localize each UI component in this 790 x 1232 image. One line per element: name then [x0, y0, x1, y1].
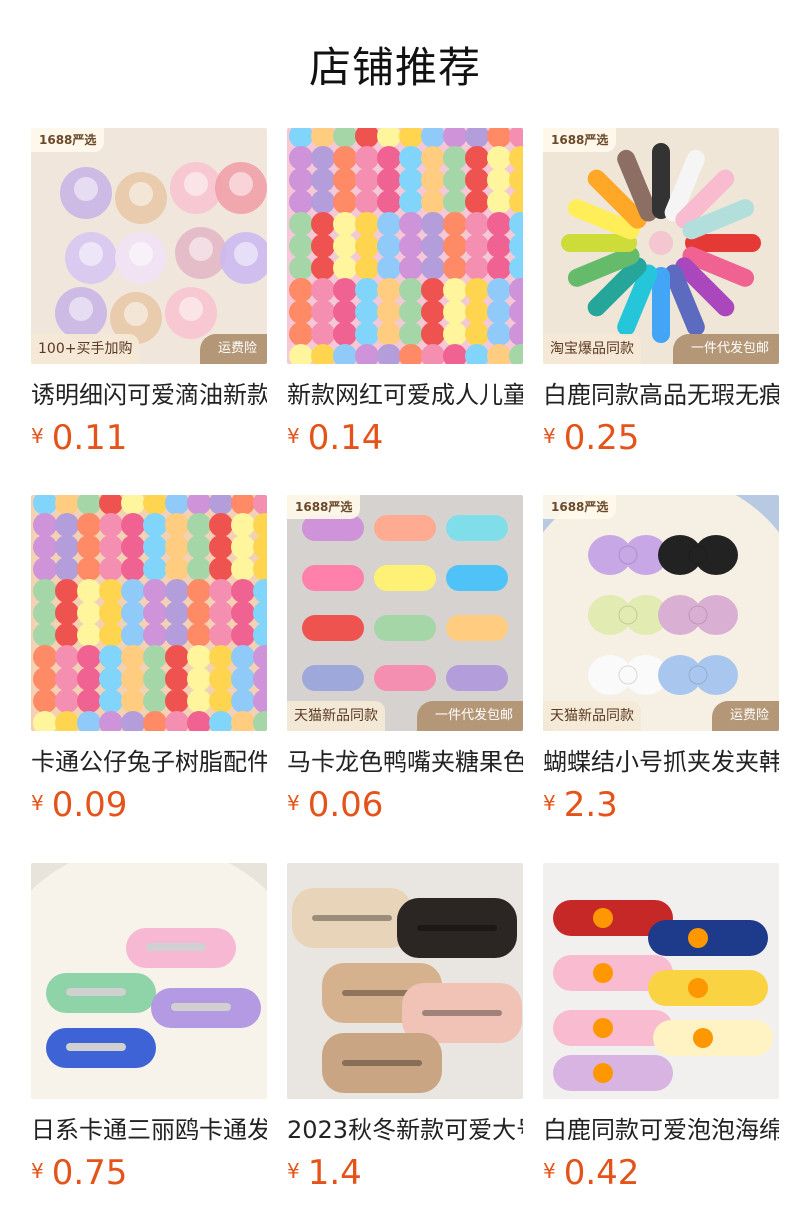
price-value: 0.11 — [51, 418, 128, 458]
product-card[interactable]: 卡通公仔兔子树脂配件 ¥0.09 — [31, 495, 267, 825]
product-card[interactable]: 2023秋冬新款可爱大号 ¥1.4 — [287, 863, 523, 1193]
currency-symbol: ¥ — [543, 1159, 556, 1183]
service-badge: 一件代发包邮 — [672, 334, 779, 364]
promo-badge: 淘宝爆品同款 — [543, 334, 641, 364]
promo-badge: 天猫新品同款 — [287, 701, 385, 731]
product-card[interactable]: 白鹿同款可爱泡泡海绵 ¥0.42 — [543, 863, 779, 1193]
price-value: 0.09 — [51, 785, 128, 825]
service-badge: 一件代发包邮 — [416, 701, 523, 731]
price-value: 0.14 — [307, 418, 384, 458]
product-image[interactable]: 1688严选天猫新品同款 运费险 — [543, 495, 779, 731]
product-image[interactable] — [31, 495, 267, 731]
product-image[interactable] — [287, 863, 523, 1099]
product-price: ¥0.75 — [31, 1151, 127, 1195]
product-image[interactable] — [31, 863, 267, 1099]
product-price: ¥0.25 — [543, 416, 639, 460]
promo-badge: 100+买手加购 — [31, 334, 140, 364]
product-card[interactable]: 1688严选天猫新品同款 一件代发包邮马卡龙色鸭嘴夹糖果色 ¥0.06 — [287, 495, 523, 825]
product-image[interactable]: 1688严选 100+买手加购 运费险 — [31, 128, 267, 364]
product-price: ¥0.06 — [287, 783, 383, 827]
promo-badge: 天猫新品同款 — [543, 701, 641, 731]
price-value: 2.3 — [563, 785, 618, 825]
product-name[interactable]: 蝴蝶结小号抓夹发夹韩 — [543, 745, 779, 779]
product-image-art — [292, 888, 522, 1093]
product-image[interactable] — [287, 128, 523, 364]
product-name[interactable]: 日系卡通三丽鸥卡通发 — [31, 1113, 267, 1147]
currency-symbol: ¥ — [287, 424, 300, 448]
product-image[interactable]: 1688严选淘宝爆品同款 一件代发包邮 — [543, 128, 779, 364]
price-value: 1.4 — [307, 1153, 362, 1193]
product-name[interactable]: 马卡龙色鸭嘴夹糖果色 — [287, 745, 523, 779]
product-name[interactable]: 2023秋冬新款可爱大号 — [287, 1113, 523, 1147]
price-value: 0.42 — [563, 1153, 640, 1193]
product-price: ¥2.3 — [543, 783, 618, 827]
selection-badge: 1688严选 — [543, 495, 617, 519]
currency-symbol: ¥ — [543, 424, 556, 448]
price-value: 0.75 — [51, 1153, 128, 1193]
service-badge: 运费险 — [711, 701, 779, 731]
product-image-art — [302, 515, 508, 691]
product-image-art — [33, 495, 267, 731]
product-name[interactable]: 白鹿同款高品无瑕无痕 — [543, 378, 779, 412]
product-price: ¥0.42 — [543, 1151, 639, 1195]
price-value: 0.25 — [563, 418, 640, 458]
product-price: ¥0.11 — [31, 416, 127, 460]
product-card[interactable]: 1688严选天猫新品同款 运费险蝴蝶结小号抓夹发夹韩 ¥2.3 — [543, 495, 779, 825]
product-card[interactable]: 1688严选 100+买手加购 运费险诱明细闪可爱滴油新款 ¥0.11 — [31, 128, 267, 458]
product-image-art — [543, 495, 779, 731]
product-image[interactable]: 1688严选天猫新品同款 一件代发包邮 — [287, 495, 523, 731]
selection-badge: 1688严选 — [31, 128, 105, 152]
currency-symbol: ¥ — [287, 1159, 300, 1183]
product-price: ¥1.4 — [287, 1151, 362, 1195]
product-image-art — [553, 900, 773, 1091]
product-name[interactable]: 白鹿同款可爱泡泡海绵 — [543, 1113, 779, 1147]
currency-symbol: ¥ — [287, 791, 300, 815]
product-name[interactable]: 新款网红可爱成人儿童 — [287, 378, 523, 412]
product-card[interactable]: 日系卡通三丽鸥卡通发 ¥0.75 — [31, 863, 267, 1193]
product-price: ¥0.09 — [31, 783, 127, 827]
product-image-art — [31, 863, 267, 1099]
price-value: 0.06 — [307, 785, 384, 825]
product-image[interactable] — [543, 863, 779, 1099]
product-image-art — [289, 128, 523, 364]
product-price: ¥0.14 — [287, 416, 383, 460]
currency-symbol: ¥ — [31, 1159, 44, 1183]
service-badge: 运费险 — [199, 334, 267, 364]
page-title: 店铺推荐 — [308, 43, 481, 92]
product-name[interactable]: 卡通公仔兔子树脂配件 — [31, 745, 267, 779]
selection-badge: 1688严选 — [287, 495, 361, 519]
product-name[interactable]: 诱明细闪可爱滴油新款 — [31, 378, 267, 412]
currency-symbol: ¥ — [31, 791, 44, 815]
product-image-art — [55, 162, 267, 344]
product-image-art — [561, 143, 761, 343]
selection-badge: 1688严选 — [543, 128, 617, 152]
currency-symbol: ¥ — [31, 424, 44, 448]
product-card[interactable]: 新款网红可爱成人儿童 ¥0.14 — [287, 128, 523, 458]
product-card[interactable]: 1688严选淘宝爆品同款 一件代发包邮白鹿同款高品无瑕无痕 ¥0.25 — [543, 128, 779, 458]
currency-symbol: ¥ — [543, 791, 556, 815]
